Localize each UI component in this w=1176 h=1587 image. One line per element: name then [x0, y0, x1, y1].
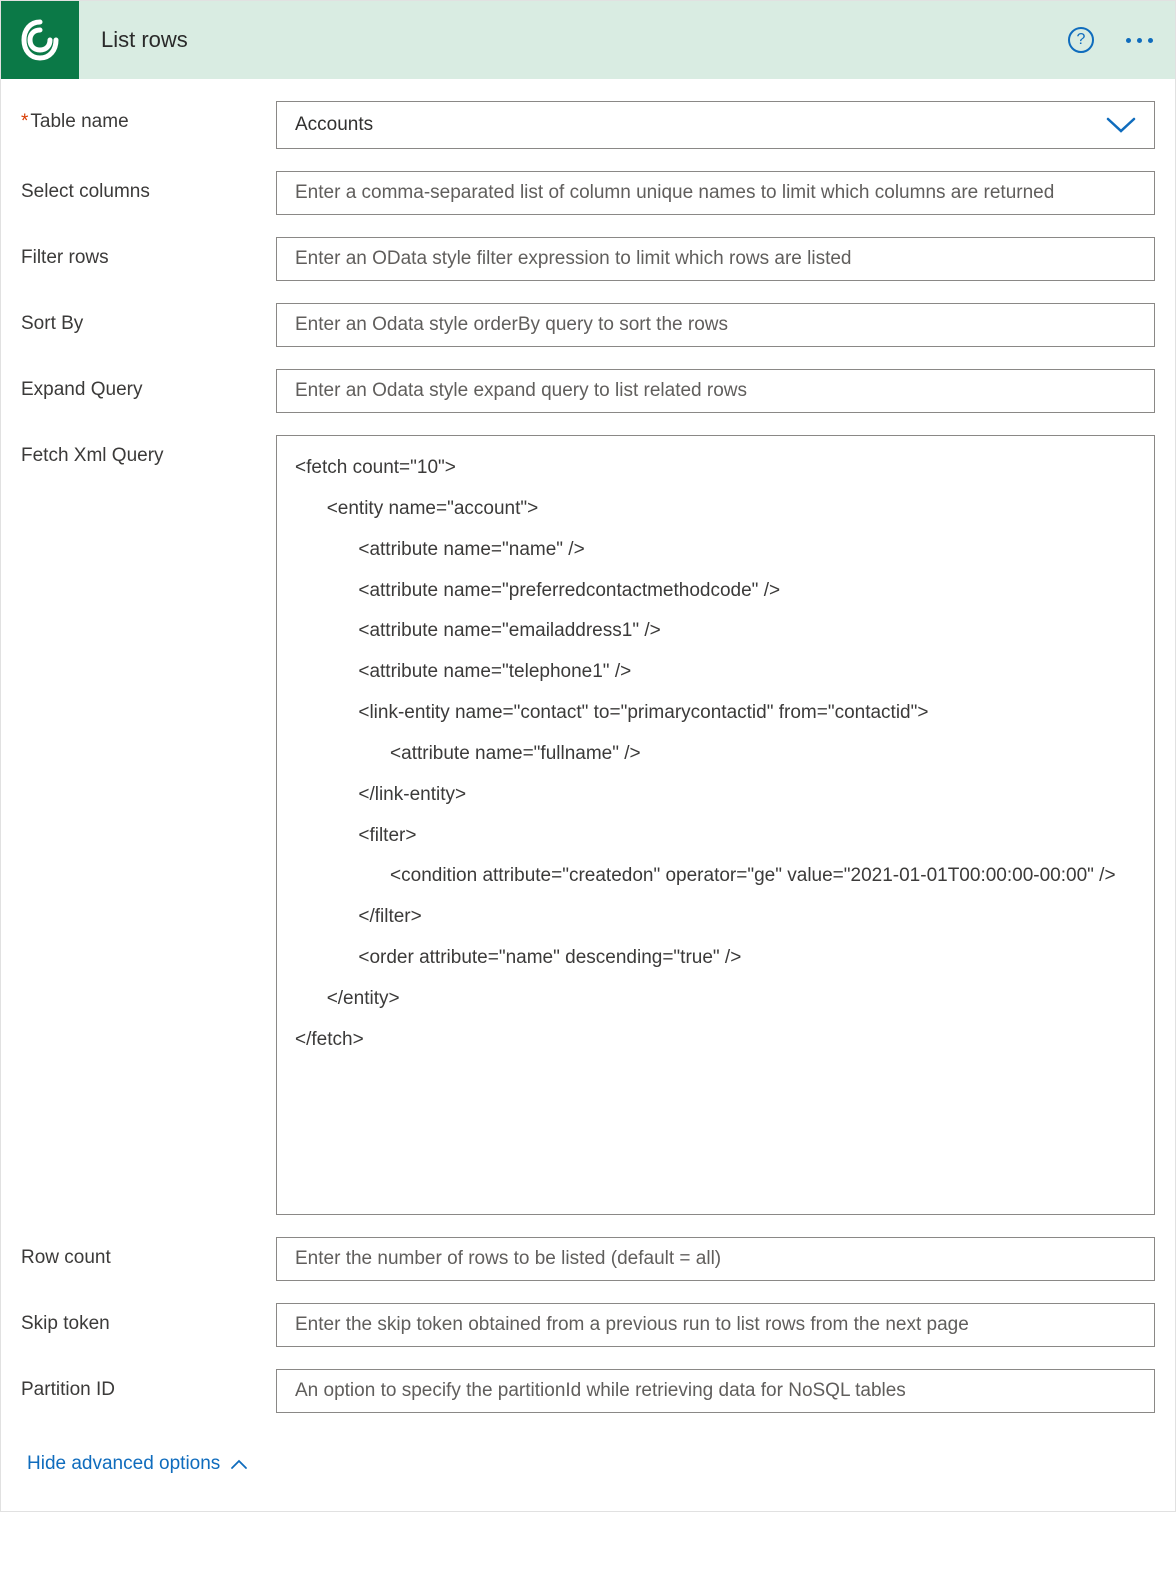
table-name-select[interactable]: Accounts: [276, 101, 1155, 149]
panel-title: List rows: [79, 27, 1068, 53]
fetch-xml-label: Fetch Xml Query: [21, 435, 276, 467]
filter-rows-input[interactable]: [276, 237, 1155, 281]
sort-by-label: Sort By: [21, 303, 276, 335]
list-rows-panel: List rows ? Table name Accounts Select c…: [0, 0, 1176, 1512]
panel-header: List rows ?: [1, 1, 1175, 79]
sort-by-input[interactable]: [276, 303, 1155, 347]
row-count-input[interactable]: [276, 1237, 1155, 1281]
filter-rows-label: Filter rows: [21, 237, 276, 269]
chevron-up-icon: [230, 1458, 248, 1470]
panel-body: Table name Accounts Select columns Filte…: [1, 79, 1175, 1511]
select-columns-input[interactable]: [276, 171, 1155, 215]
help-icon[interactable]: ?: [1068, 27, 1094, 53]
fetch-xml-input[interactable]: <fetch count="10"> <entity name="account…: [276, 435, 1155, 1215]
hide-advanced-label: Hide advanced options: [27, 1453, 220, 1475]
skip-token-input[interactable]: [276, 1303, 1155, 1347]
chevron-down-icon: [1106, 116, 1136, 134]
table-name-label: Table name: [21, 101, 276, 133]
select-columns-label: Select columns: [21, 171, 276, 203]
expand-query-label: Expand Query: [21, 369, 276, 401]
more-icon[interactable]: [1122, 30, 1157, 51]
table-name-value: Accounts: [295, 114, 373, 136]
expand-query-input[interactable]: [276, 369, 1155, 413]
connector-icon: [1, 1, 79, 79]
skip-token-label: Skip token: [21, 1303, 276, 1335]
partition-id-label: Partition ID: [21, 1369, 276, 1401]
partition-id-input[interactable]: [276, 1369, 1155, 1413]
row-count-label: Row count: [21, 1237, 276, 1269]
header-actions: ?: [1068, 27, 1157, 53]
hide-advanced-toggle[interactable]: Hide advanced options: [27, 1453, 248, 1475]
panel-footer: Hide advanced options: [21, 1435, 1155, 1501]
